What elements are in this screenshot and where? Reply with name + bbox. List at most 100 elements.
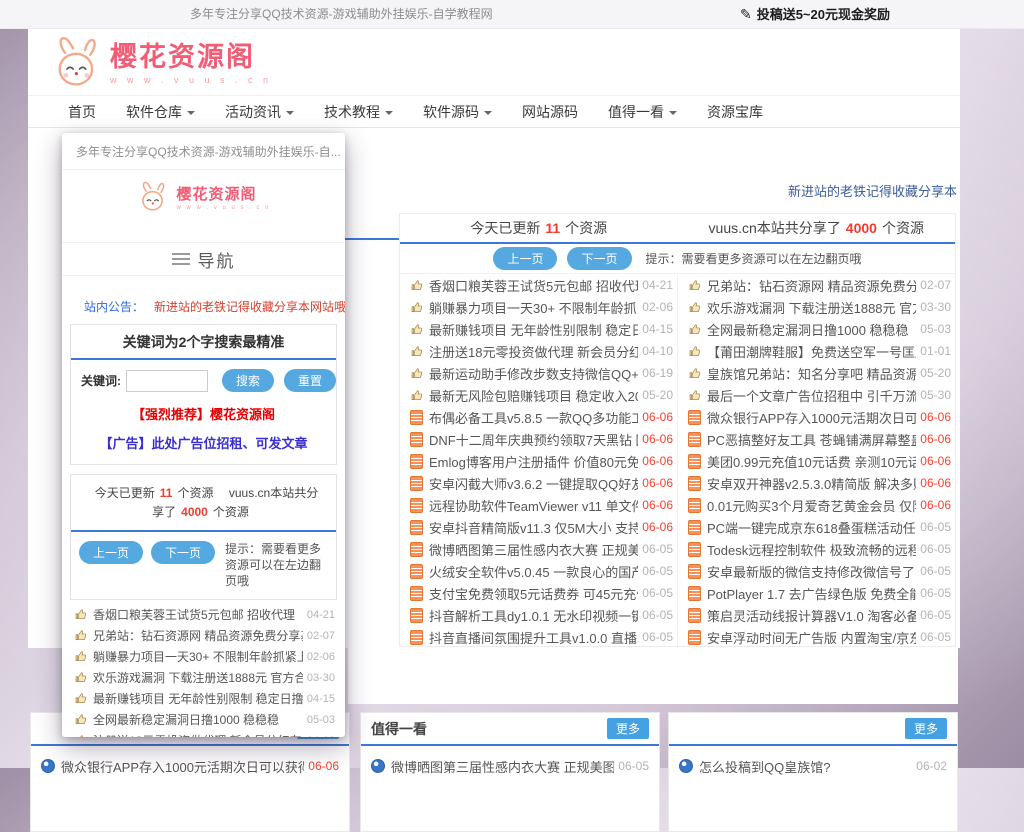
list-item[interactable]: PC恶搞整好友工具 苍蝇铺满屏幕整蛊专家 效06-06 <box>688 428 951 450</box>
search-button[interactable]: 搜索 <box>222 369 274 392</box>
nav-item-3[interactable]: 活动资讯 <box>225 102 294 122</box>
item-title: 兄弟站：钻石资源网 精品资源免费分享基地 <box>707 276 916 295</box>
list-item[interactable]: 欢乐游戏漏洞 下载注册送1888元 官方合03-30 <box>74 667 335 688</box>
item-title: PotPlayer 1.7 去广告绿色版 免费全能影音播 <box>707 584 916 603</box>
list-item[interactable]: 安卓最新版的微信支持修改微信号了！ IOS版06-05 <box>688 560 951 582</box>
list-item[interactable]: DNF十二周年庆典预约领取7天黑钻 回归用户06-06 <box>410 428 673 450</box>
ad-link[interactable]: 【广告】此处广告位招租、可发文章 <box>71 433 336 452</box>
item-date: 06-06 <box>642 476 673 490</box>
more-button[interactable]: 更多 <box>607 718 649 739</box>
prev-page-button[interactable]: 上一页 <box>79 541 143 564</box>
nav-item-6[interactable]: 网站源码 <box>522 102 578 122</box>
list-item[interactable]: PotPlayer 1.7 去广告绿色版 免费全能影音播 06-05 <box>688 582 951 604</box>
nav-item-label: 网站源码 <box>522 102 578 122</box>
list-item[interactable]: 火绒安全软件v5.0.45 一款良心的国产安全软件06-05 <box>410 560 673 582</box>
list-item[interactable]: 注册送18元零投资做代理 新会员分红存100004-10 <box>410 340 673 362</box>
item-date: 05-20 <box>642 388 673 402</box>
popup-nav-toggle[interactable]: 导航 <box>62 242 345 276</box>
list-item[interactable]: 躺赚暴力项目一天30+ 不限制年龄抓紧上车02-06 <box>410 296 673 318</box>
item-date: 06-05 <box>920 520 951 534</box>
list-item[interactable]: 布偶必备工具v5.8.5 一款QQ多功能工具软件06-06 <box>410 406 673 428</box>
next-page-button[interactable]: 下一页 <box>567 247 631 270</box>
list-item[interactable]: 最新无风险包赔赚钱项目 稳定收入200-500元 05-20 <box>410 384 673 406</box>
list-item[interactable]: PC端一键完成京东618叠蛋糕活动任务工具06-05 <box>688 516 951 538</box>
stats-total-prefix: vuus.cn本站共分享了 <box>709 218 841 238</box>
more-button[interactable]: 更多 <box>905 718 947 739</box>
list-item[interactable]: 策启灵活动线报计算器V1.0 淘客必备的一款软06-05 <box>688 604 951 626</box>
item-title: 安卓闪截大师v3.6.2 一键提取QQ好友发的闪图 <box>429 474 638 493</box>
list-item[interactable]: 美团0.99元充值10元话费 亲测10元话费秒到06-06 <box>688 450 951 472</box>
item-title: 躺赚暴力项目一天30+ 不限制年龄抓紧上车 <box>429 298 638 317</box>
thumb-up-icon <box>410 345 423 358</box>
search-input[interactable] <box>126 370 208 392</box>
thumb-up-icon <box>688 367 701 380</box>
list-item[interactable]: 全网最新稳定漏洞日撸1000 稳稳稳05-03 <box>74 709 335 730</box>
nav-item-1[interactable]: 首页 <box>68 102 96 122</box>
list-item[interactable]: 安卓抖音精简版v11.3 仅5M大小 支持账号登录06-06 <box>410 516 673 538</box>
list-item[interactable]: 微众银行APP存入1000元活期次日可以获得无06-06 <box>688 406 951 428</box>
list-item[interactable]: 远程协助软件TeamViewer v11 单文件版 方便06-06 <box>410 494 673 516</box>
list-item[interactable]: 微众银行APP存入1000元活期次日可以获得无门06-06 <box>41 753 339 779</box>
submit-reward-link[interactable]: ✎投稿送5~20元现金奖励 <box>740 0 890 29</box>
nav-item-8[interactable]: 资源宝库 <box>707 102 763 122</box>
list-item[interactable]: 最新运动助手修改步数支持微信QQ+ZFB步06-19 <box>410 362 673 384</box>
list-item[interactable]: 支付宝免费领取5元话费券 可45元充值三网5006-05 <box>410 582 673 604</box>
item-date: 06-06 <box>642 410 673 424</box>
item-date: 06-05 <box>920 630 951 644</box>
list-item[interactable]: 怎么投稿到QQ皇族馆?06-02 <box>679 753 947 779</box>
document-icon <box>410 432 423 447</box>
nav-item-label: 活动资讯 <box>225 102 281 122</box>
list-item[interactable]: 最新赚钱项目 无年龄性别限制 稳定日撸04-15 <box>74 688 335 709</box>
list-item[interactable]: 抖音解析工具dy1.0.1 无水印视频一键解析软件06-05 <box>410 604 673 626</box>
list-item[interactable]: 安卓闪截大师v3.6.2 一键提取QQ好友发的闪图 06-06 <box>410 472 673 494</box>
item-date: 06-05 <box>642 542 673 556</box>
item-title: 微众银行APP存入1000元活期次日可以获得无门 <box>61 757 304 776</box>
list-item[interactable]: 兄弟站：钻石资源网 精品资源免费分享基地 02-07 <box>688 274 951 296</box>
brand-domain: w w w . v u u s . c n <box>110 75 272 85</box>
list-item[interactable]: 安卓双开神器v2.5.3.0精简版 解决多账号切换06-06 <box>688 472 951 494</box>
item-date: 02-07 <box>920 278 951 292</box>
list-item[interactable]: 最新赚钱项目 无年龄性别限制 稳定日撸300+04-15 <box>410 318 673 340</box>
item-title: 最后一个文章广告位招租中 引千万流 聚八方 <box>707 386 916 405</box>
list-item[interactable]: 香烟口粮芙蓉王试货5元包邮 招收代理04-21 <box>74 604 335 625</box>
list-item[interactable]: 注册送18元零投资做代理 新会员分红存04-10 <box>74 730 335 737</box>
list-item[interactable]: Todesk远程控制软件 极致流畅的远程协助工具06-05 <box>688 538 951 560</box>
list-item[interactable]: 最后一个文章广告位招租中 引千万流 聚八方05-30 <box>688 384 951 406</box>
list-item[interactable]: 欢乐游戏漏洞 下载注册送1888元 官方合作03-30 <box>688 296 951 318</box>
list-item[interactable]: 全网最新稳定漏洞日撸1000 稳稳稳05-03 <box>688 318 951 340</box>
popup-logo[interactable]: 樱花资源阁 w w w . v u u s . c n <box>62 170 345 220</box>
item-title: 最新无风险包赔赚钱项目 稳定收入200-500元 <box>429 386 638 405</box>
list-item[interactable]: 微博晒图第三届性感内衣大赛 正规美图等你欣06-05 <box>410 538 673 560</box>
nav-item-2[interactable]: 软件仓库 <box>126 102 195 122</box>
item-title: 香烟口粮芙蓉王试货5元包邮 招收代理 <box>429 276 638 295</box>
list-item[interactable]: 0.01元购买3个月爱奇艺黄金会员 仅限京东白06-06 <box>688 494 951 516</box>
list-item[interactable]: 兄弟站：钻石资源网 精品资源免费分享基02-07 <box>74 625 335 646</box>
brand-domain: w w w . v u u s . c n <box>176 205 270 211</box>
item-date: 06-05 <box>920 586 951 600</box>
item-date: 03-30 <box>307 672 335 684</box>
reset-button[interactable]: 重置 <box>284 369 336 392</box>
list-item[interactable]: 抖音直播间氛围提升工具v1.0.0 直播间自动发06-05 <box>410 626 673 648</box>
item-date: 03-30 <box>920 300 951 314</box>
nav-item-7[interactable]: 值得一看 <box>608 102 677 122</box>
list-item[interactable]: 微博晒图第三届性感内衣大赛 正规美图等你欣赏06-05 <box>371 753 649 779</box>
nav-item-4[interactable]: 技术教程 <box>324 102 393 122</box>
stats-updated: 今天已更新 11 个资源 <box>400 214 678 242</box>
document-icon <box>410 542 423 557</box>
next-page-button[interactable]: 下一页 <box>151 541 215 564</box>
site-slogan: 多年专注分享QQ技术资源-游戏辅助外挂娱乐-自学教程网 <box>190 0 493 28</box>
item-date: 02-06 <box>307 651 335 663</box>
promo-link[interactable]: 【强烈推荐】樱花资源阁 <box>71 404 336 423</box>
nav-item-5[interactable]: 软件源码 <box>423 102 492 122</box>
popup-stats: 今天已更新11个资源 vuus.cn本站共分享了4000个资源 <box>71 475 336 532</box>
prev-page-button[interactable]: 上一页 <box>493 247 557 270</box>
list-item[interactable]: 安卓浮动时间无广告版 内置淘宝/京东/苏宁/拼06-05 <box>688 626 951 648</box>
list-item[interactable]: Emlog博客用户注册插件 价值80元免费分享06-06 <box>410 450 673 472</box>
article-list-left-column: 香烟口粮芙蓉王试货5元包邮 招收代理04-21躺赚暴力项目一天30+ 不限制年龄… <box>400 274 677 648</box>
list-item[interactable]: 躺赚暴力项目一天30+ 不限制年龄抓紧上02-06 <box>74 646 335 667</box>
list-item[interactable]: 皇族馆兄弟站：知名分享吧 精品资源分享基地05-20 <box>688 362 951 384</box>
thumb-up-icon <box>410 323 423 336</box>
list-item[interactable]: 【莆田潮牌鞋服】免费送空军一号匡威1970s01-01 <box>688 340 951 362</box>
list-item[interactable]: 香烟口粮芙蓉王试货5元包邮 招收代理04-21 <box>410 274 673 296</box>
site-logo[interactable]: 樱花资源阁 w w w . v u u s . c n <box>48 33 272 94</box>
